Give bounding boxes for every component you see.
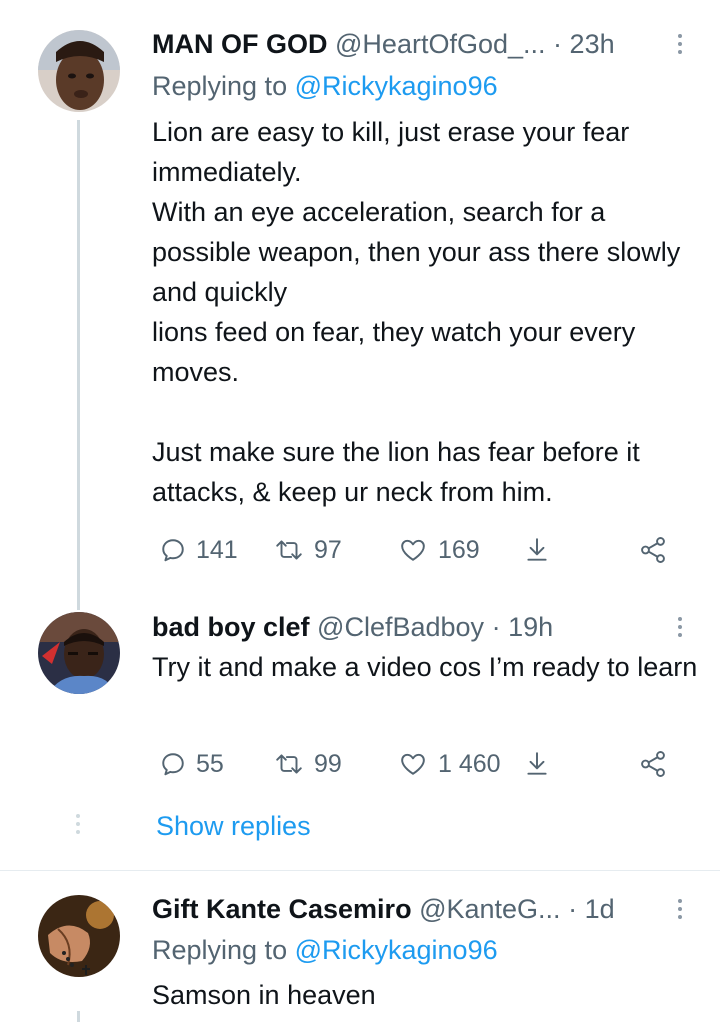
text-line: Try it and make a video cos I’m ready to… [152, 652, 698, 682]
display-name[interactable]: Gift Kante Casemiro [152, 894, 412, 924]
reply-count: 55 [196, 749, 224, 778]
show-replies-link[interactable]: Show replies [156, 809, 311, 843]
text-line: With an eye acceleration, search for a p… [152, 197, 681, 307]
tweet-text: Try it and make a video cos I’m ready to… [152, 647, 700, 687]
username-handle[interactable]: @HeartOfGod_... [335, 29, 546, 59]
share-network-icon [641, 751, 665, 777]
like-button[interactable]: 169 [398, 530, 480, 570]
display-name[interactable]: bad boy clef [152, 612, 310, 642]
retweet-icon [276, 754, 302, 774]
display-name[interactable]: MAN OF GOD [152, 29, 328, 59]
timestamp[interactable]: 19h [508, 612, 553, 642]
avatar[interactable] [38, 30, 120, 112]
separator-dot: · [568, 894, 578, 924]
like-count: 169 [438, 535, 480, 564]
username-handle[interactable]: @KanteG... [419, 894, 560, 924]
share-button[interactable] [524, 744, 550, 784]
tweet-actions: 55 99 1 460 [152, 744, 692, 784]
like-icon [401, 753, 425, 775]
reply-count: 141 [196, 535, 238, 564]
replying-prefix: Replying to [152, 935, 288, 965]
retweet-icon [276, 540, 302, 560]
like-count: 1 460 [438, 749, 501, 778]
timestamp[interactable]: 1d [585, 894, 615, 924]
replying-to-link[interactable]: @Rickykagino96 [295, 71, 498, 101]
avatar[interactable] [38, 895, 120, 977]
retweet-button[interactable]: 97 [274, 530, 342, 570]
text-line: Lion are easy to kill, just erase your f… [152, 117, 630, 187]
thread-line [77, 120, 80, 610]
separator-dot: · [491, 612, 501, 642]
more-icon[interactable] [670, 892, 690, 926]
reply-button[interactable]: 55 [160, 744, 224, 784]
share-network-icon [641, 537, 665, 563]
tweet-header: Gift Kante Casemiro @KanteG... · 1d [152, 892, 662, 926]
like-icon [401, 539, 425, 561]
tweet-header: MAN OF GOD @HeartOfGod_... · 23h [152, 27, 662, 61]
tweet-text: Samson in heaven [152, 975, 700, 1015]
share-button[interactable] [524, 530, 550, 570]
replying-to: Replying to @Rickykagino96 [152, 933, 498, 967]
timestamp[interactable]: 23h [570, 29, 615, 59]
tweet-bad-boy-clef[interactable]: bad boy clef @ClefBadboy · 19h Try it an… [0, 590, 720, 870]
tweet-man-of-god[interactable]: MAN OF GOD @HeartOfGod_... · 23h Replyin… [0, 0, 720, 610]
avatar[interactable] [38, 612, 120, 694]
reply-button[interactable]: 141 [160, 530, 238, 570]
text-line: Samson in heaven [152, 980, 376, 1010]
reply-icon [162, 753, 184, 776]
replying-to-link[interactable]: @Rickykagino96 [295, 935, 498, 965]
tweet-gift-kante-casemiro[interactable]: Gift Kante Casemiro @KanteG... · 1d Repl… [0, 871, 720, 1022]
replying-to: Replying to @Rickykagino96 [152, 69, 498, 103]
text-line-empty [152, 392, 700, 432]
retweet-button[interactable]: 99 [274, 744, 342, 784]
text-line: lions feed on fear, they watch your ever… [152, 317, 636, 387]
tweet-header: bad boy clef @ClefBadboy · 19h [152, 610, 662, 644]
username-handle[interactable]: @ClefBadboy [317, 612, 484, 642]
share-network-button[interactable] [638, 530, 668, 570]
text-line: Just make sure the lion has fear before … [152, 437, 640, 507]
more-icon[interactable] [670, 610, 690, 644]
like-button[interactable]: 1 460 [398, 744, 501, 784]
more-icon[interactable] [670, 27, 690, 61]
separator-dot: · [553, 29, 563, 59]
tweet-actions: 141 97 169 [152, 530, 692, 570]
replying-prefix: Replying to [152, 71, 288, 101]
tweet-text: Lion are easy to kill, just erase your f… [152, 112, 700, 512]
share-network-button[interactable] [638, 744, 668, 784]
thread-line [77, 1011, 80, 1022]
share-icon [527, 752, 547, 775]
retweet-count: 99 [314, 749, 342, 778]
thread-dots [76, 814, 80, 834]
retweet-count: 97 [314, 535, 342, 564]
share-icon [527, 538, 547, 561]
reply-icon [162, 539, 184, 562]
